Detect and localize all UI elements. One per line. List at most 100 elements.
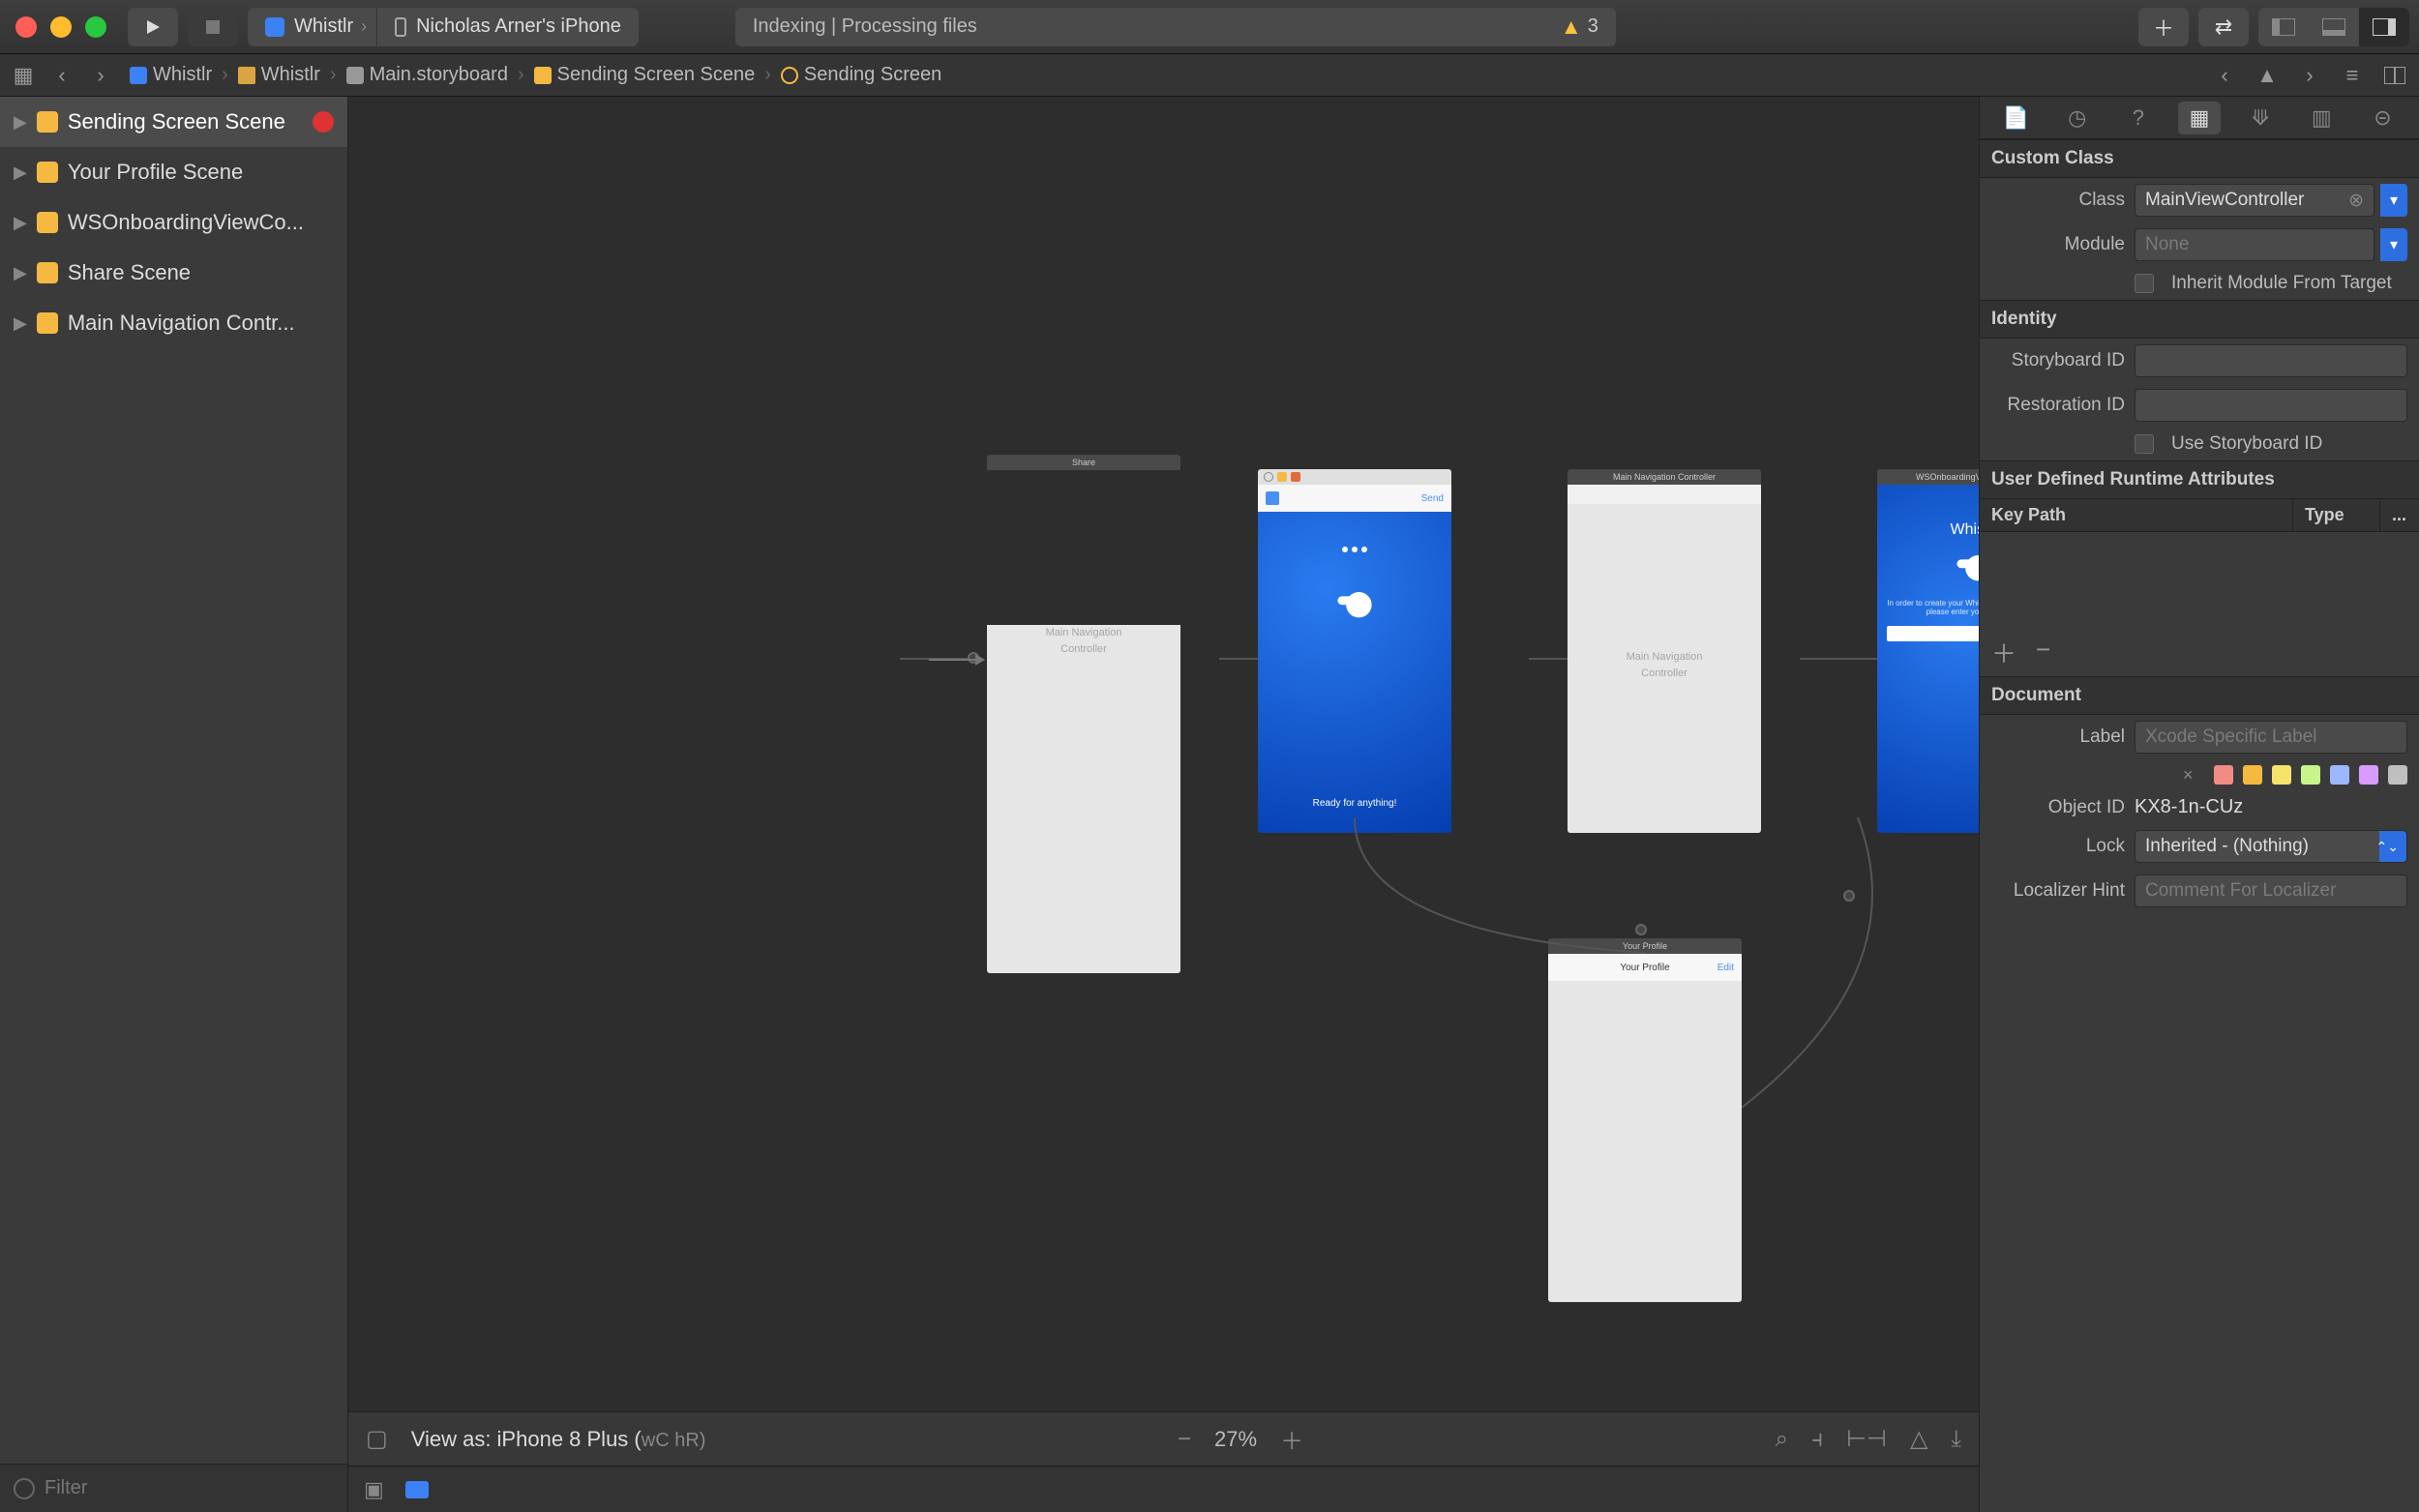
help-inspector-tab[interactable]: ? — [2117, 102, 2160, 134]
device-icon — [395, 17, 406, 37]
disclosure-icon[interactable]: ▶ — [14, 163, 27, 183]
restoration-id-field[interactable] — [2135, 389, 2407, 422]
remove-attr-button[interactable]: − — [2036, 635, 2050, 670]
resolve-tool-icon[interactable]: △ — [1910, 1425, 1927, 1453]
crumb-contents[interactable]: Sending Screen — [775, 64, 947, 86]
zoom-in-button[interactable]: ＋ — [1280, 1422, 1303, 1456]
crumb-project[interactable]: Whistlr — [124, 64, 218, 86]
class-dropdown-icon[interactable]: ▾ — [2380, 184, 2407, 217]
edit-button: Edit — [1717, 963, 1734, 973]
status-warnings[interactable]: ▲ 3 — [1561, 15, 1598, 40]
code-review-button[interactable]: ⇄ — [2198, 8, 2249, 46]
crumb-file[interactable]: Main.storyboard — [341, 64, 514, 86]
crumb-folder[interactable]: Whistlr — [232, 64, 326, 86]
tag-icon[interactable] — [405, 1481, 429, 1498]
whistle-icon — [1953, 545, 1979, 587]
stop-button[interactable] — [188, 8, 238, 46]
module-dropdown-icon[interactable]: ▾ — [2380, 228, 2407, 261]
outline-item-profile[interactable]: ▶ Your Profile Scene — [0, 147, 347, 197]
scene-profile[interactable]: Your Profile Your Profile Edit — [1548, 938, 1742, 1302]
scene-mainnav[interactable]: Main Navigation Controller Main Navigati… — [1568, 469, 1761, 833]
swatch-purple[interactable] — [2359, 765, 2378, 785]
next-issue-button[interactable]: › — [2293, 59, 2326, 92]
error-badge-icon[interactable] — [313, 111, 334, 133]
outline-item-share[interactable]: ▶ Share Scene — [0, 248, 347, 298]
size-inspector-tab[interactable]: ▥ — [2300, 102, 2343, 134]
toggle-inspector-button[interactable] — [2359, 8, 2409, 46]
module-field[interactable]: None — [2135, 228, 2374, 261]
storyboard-icon — [346, 67, 364, 84]
filter-placeholder[interactable]: Filter — [45, 1477, 87, 1499]
related-items-icon[interactable]: ▦ — [8, 60, 39, 91]
type-col[interactable]: Type — [2293, 499, 2380, 531]
back-button[interactable]: ‹ — [46, 60, 77, 91]
inherit-checkbox[interactable] — [2135, 274, 2154, 293]
clear-icon[interactable]: ⊗ — [2348, 190, 2364, 212]
localizer-hint-field[interactable]: Comment For Localizer — [2135, 875, 2407, 907]
scene-share[interactable]: Share Main Navigation Controller — [987, 455, 1180, 973]
storyboard-canvas[interactable]: Share Main Navigation Controller Send — [348, 97, 1979, 1411]
doc-label-field[interactable]: Xcode Specific Label — [2135, 721, 2407, 754]
outline-item-mainnav[interactable]: ▶ Main Navigation Contr... — [0, 298, 347, 348]
activity-status[interactable]: Indexing | Processing files ▲ 3 — [735, 8, 1616, 46]
history-inspector-tab[interactable]: ◷ — [2056, 102, 2099, 134]
align-tool-icon[interactable]: ⫞ — [1811, 1426, 1823, 1453]
attributes-inspector-tab[interactable]: ⟱ — [2239, 102, 2282, 134]
prev-issue-button[interactable]: ‹ — [2208, 59, 2241, 92]
value-col[interactable]: ... — [2380, 499, 2419, 531]
swatch-gray[interactable] — [2388, 765, 2407, 785]
swatch-yellow[interactable] — [2272, 765, 2291, 785]
file-inspector-tab[interactable]: 📄 — [1995, 102, 2038, 134]
udra-table[interactable] — [1980, 532, 2419, 629]
library-button[interactable]: ＋ — [2138, 8, 2189, 46]
connections-inspector-tab[interactable]: ⊝ — [2361, 102, 2404, 134]
outline-item-onboarding[interactable]: ▶ WSOnboardingViewCo... — [0, 197, 347, 248]
toggle-outline-icon[interactable]: ▢ — [366, 1425, 388, 1453]
add-editor-icon[interactable] — [2378, 59, 2411, 92]
lock-dropdown[interactable]: Inherited - (Nothing) ⌃⌄ — [2135, 830, 2407, 863]
storyboard-id-field[interactable] — [2135, 344, 2407, 377]
section-custom-class: Custom Class — [1980, 139, 2419, 178]
align-tool-icon[interactable]: ⌕ — [1776, 1426, 1788, 1453]
toggle-debug-button[interactable] — [2309, 8, 2359, 46]
console-icon[interactable]: ▣ — [364, 1477, 384, 1502]
close-icon[interactable] — [15, 16, 37, 38]
canvas-toolbar: ▢ View as: iPhone 8 Plus (wC hR) − 27% ＋… — [348, 1411, 1979, 1466]
module-label: Module — [1991, 234, 2125, 255]
crumb-scene[interactable]: Sending Screen Scene — [528, 64, 762, 86]
issue-indicator-icon[interactable]: ▲ — [2251, 59, 2284, 92]
minimize-icon[interactable] — [50, 16, 72, 38]
zoom-out-button[interactable]: − — [1178, 1426, 1191, 1453]
outline-item-sending[interactable]: ▶ Sending Screen Scene — [0, 97, 347, 147]
disclosure-icon[interactable]: ▶ — [14, 112, 27, 133]
run-button[interactable] — [128, 8, 178, 46]
lock-label: Lock — [1991, 836, 2125, 857]
swatch-green[interactable] — [2301, 765, 2320, 785]
toggle-navigator-button[interactable] — [2258, 8, 2309, 46]
pin-tool-icon[interactable]: ⊢⊣ — [1846, 1425, 1887, 1453]
disclosure-icon[interactable]: ▶ — [14, 213, 27, 233]
class-field[interactable]: MainViewController⊗ — [2135, 184, 2374, 217]
zoom-level[interactable]: 27% — [1214, 1427, 1257, 1452]
swatch-blue[interactable] — [2330, 765, 2349, 785]
scene-onboarding[interactable]: WSOnboardingViewController Whistlr In or… — [1877, 469, 1979, 833]
segue-line — [1326, 817, 1674, 972]
embed-tool-icon[interactable]: ⤓ — [1951, 1426, 1961, 1453]
forward-button[interactable]: › — [85, 60, 116, 91]
clear-color-icon[interactable]: × — [2183, 765, 2202, 785]
identity-inspector-tab[interactable]: ▦ — [2178, 102, 2221, 134]
scene-sending[interactable]: Send Ready for anything! — [1258, 469, 1451, 833]
outline-filter: Filter — [0, 1464, 347, 1512]
keypath-col[interactable]: Key Path — [1980, 499, 2293, 531]
disclosure-icon[interactable]: ▶ — [14, 263, 27, 283]
filter-icon[interactable] — [14, 1478, 35, 1499]
swatch-red[interactable] — [2214, 765, 2233, 785]
use-sb-checkbox[interactable] — [2135, 434, 2154, 454]
disclosure-icon[interactable]: ▶ — [14, 313, 27, 334]
maximize-icon[interactable] — [85, 16, 106, 38]
view-as-label[interactable]: View as: iPhone 8 Plus (wC hR) — [411, 1427, 706, 1452]
scheme-selector[interactable]: Whistlr › Nicholas Arner's iPhone — [248, 8, 639, 46]
editor-options-icon[interactable]: ≡ — [2336, 59, 2369, 92]
add-attr-button[interactable]: ＋ — [1991, 635, 2016, 670]
swatch-orange[interactable] — [2243, 765, 2262, 785]
